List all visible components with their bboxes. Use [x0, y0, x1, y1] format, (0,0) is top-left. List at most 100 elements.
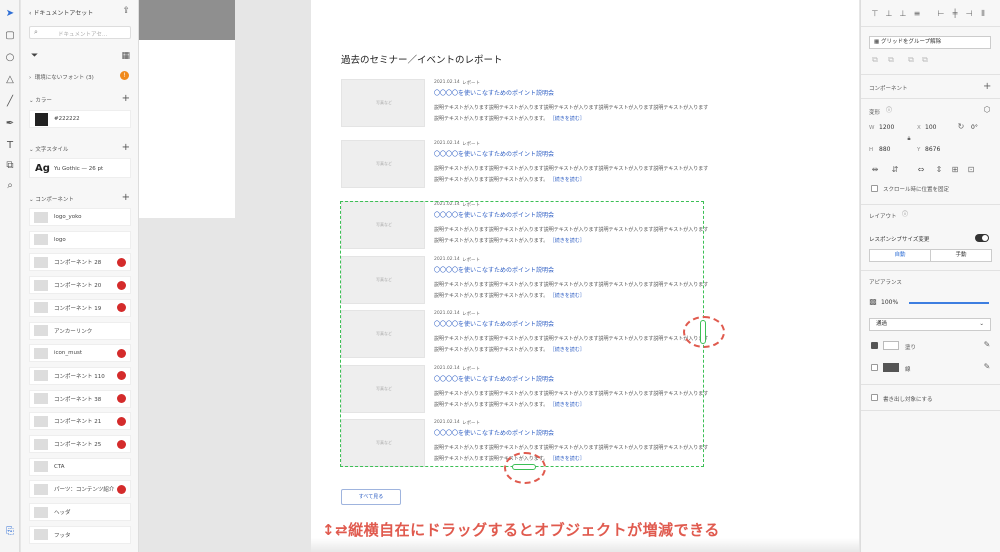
- colors-section-header[interactable]: ⌄ カラー: [29, 96, 52, 104]
- add-text-style-icon[interactable]: +: [122, 143, 130, 153]
- align-bottom-icon[interactable]: ⊥: [899, 10, 907, 18]
- info-icon[interactable]: ⓘ: [885, 107, 893, 115]
- read-more-link[interactable]: ［続きを読む］: [552, 116, 585, 122]
- manual-button[interactable]: 手動: [930, 249, 992, 262]
- align-top-icon[interactable]: ⊤: [871, 10, 879, 18]
- align-left-icon[interactable]: ⊢: [937, 10, 945, 18]
- component-item[interactable]: logo_yoko: [29, 208, 131, 226]
- component-item[interactable]: コンポーネント 28: [29, 253, 131, 272]
- opacity-field[interactable]: 100%: [881, 299, 898, 306]
- read-more-link[interactable]: ［続きを読む］: [552, 177, 585, 183]
- assets-search-field[interactable]: ⌕ ドキュメントアセ…: [29, 26, 131, 39]
- artboard-tool-icon[interactable]: ⧉: [4, 160, 16, 172]
- article-thumbnail: 写真など: [341, 79, 425, 127]
- pin-top-bottom-icon[interactable]: ⇕: [935, 166, 943, 174]
- export-target-checkbox[interactable]: [871, 394, 878, 401]
- repeat-grid-selection[interactable]: [340, 201, 704, 467]
- lock-aspect-icon[interactable]: 🔒︎: [905, 135, 913, 143]
- eyedropper-icon[interactable]: ✎: [983, 363, 991, 371]
- share-icon[interactable]: ⇪: [122, 6, 130, 16]
- edit-main-component-icon[interactable]: [117, 303, 126, 313]
- edit-main-component-icon[interactable]: [117, 348, 126, 358]
- edit-main-component-icon[interactable]: [117, 416, 126, 426]
- article-title[interactable]: 〇〇〇〇を使いこなすためのポイント説明会: [434, 149, 554, 158]
- component-item[interactable]: logo: [29, 230, 131, 249]
- components-section-header[interactable]: ⌄ コンポーネント: [29, 195, 74, 203]
- rectangle-tool-icon[interactable]: ▢: [4, 30, 16, 42]
- component-item[interactable]: コンポーネント 25: [29, 435, 131, 453]
- plugins-icon[interactable]: ⎘: [4, 526, 16, 538]
- missing-fonts-row[interactable]: › 環境にないフォント (3): [29, 73, 94, 81]
- constraint-fixed-icon[interactable]: ⊡: [967, 166, 975, 174]
- blend-mode-select[interactable]: 通過 ⌄: [869, 318, 991, 331]
- edit-main-component-icon[interactable]: [117, 257, 126, 267]
- rotation-field[interactable]: 0°: [971, 124, 978, 131]
- responsive-resize-toggle[interactable]: [975, 234, 989, 242]
- component-item[interactable]: ヘッダ: [29, 503, 131, 522]
- edit-main-component-icon[interactable]: [117, 371, 126, 381]
- border-checkbox[interactable]: [871, 364, 878, 371]
- align-center-icon[interactable]: ╪: [951, 10, 959, 18]
- opacity-slider[interactable]: [909, 302, 989, 304]
- edit-main-component-icon[interactable]: [117, 280, 126, 290]
- line-tool-icon[interactable]: ╱: [4, 96, 16, 108]
- rotate-icon[interactable]: ↻: [957, 123, 965, 131]
- height-field[interactable]: 880: [879, 146, 890, 153]
- artboard-preview[interactable]: [139, 0, 235, 218]
- distribute-vertical-icon[interactable]: ≡: [913, 10, 921, 18]
- polygon-tool-icon[interactable]: △: [4, 74, 16, 86]
- width-field[interactable]: 1200: [879, 124, 894, 131]
- component-item[interactable]: フッタ: [29, 525, 131, 544]
- constraint-icon[interactable]: ⊞: [951, 166, 959, 174]
- view-all-button[interactable]: すべて見る: [341, 489, 401, 505]
- component-item[interactable]: icon_must: [29, 344, 131, 363]
- eyedropper-icon[interactable]: ✎: [983, 341, 991, 349]
- component-item[interactable]: コンポーネント 38: [29, 389, 131, 408]
- select-tool-icon[interactable]: ➤: [4, 8, 16, 20]
- article-card[interactable]: 写真など 2021.02.14 レポート 〇〇〇〇を使いこなすためのポイント説明会 説明…: [341, 140, 709, 190]
- artboard-main[interactable]: 過去のセミナー／イベントのレポート 写真など 2021.02.14 レポート 〇〇〇〇…: [311, 0, 859, 552]
- color-swatch-row[interactable]: #222222: [29, 110, 131, 128]
- fill-checkbox[interactable]: [871, 342, 878, 349]
- text-styles-section-header[interactable]: ⌄ 文字スタイル: [29, 145, 68, 153]
- pen-tool-icon[interactable]: ✒: [4, 118, 16, 130]
- component-item[interactable]: コンポーネント 21: [29, 412, 131, 431]
- article-card[interactable]: 写真など 2021.02.14 レポート 〇〇〇〇を使いこなすためのポイント説明会 説明…: [341, 79, 709, 129]
- component-item[interactable]: アンカーリンク: [29, 321, 131, 340]
- component-item[interactable]: コンポーネント 19: [29, 298, 131, 317]
- component-item[interactable]: CTA: [29, 457, 131, 476]
- add-component-icon[interactable]: +: [122, 193, 130, 203]
- 3d-transform-icon[interactable]: ⬡: [983, 106, 991, 114]
- component-thumbnail: [34, 393, 48, 405]
- border-swatch[interactable]: [883, 363, 899, 372]
- component-item[interactable]: コンポーネント 110: [29, 366, 131, 385]
- align-middle-icon[interactable]: ⊥: [885, 10, 893, 18]
- info-icon[interactable]: ⓘ: [901, 211, 909, 219]
- edit-main-component-icon[interactable]: [117, 439, 126, 449]
- text-style-row[interactable]: Ag Yu Gothic — 26 pt: [29, 158, 131, 178]
- flip-vertical-icon[interactable]: ⇵: [891, 166, 899, 174]
- component-item[interactable]: パーツ：コンテンツ紹介: [29, 480, 131, 499]
- x-field[interactable]: 100: [925, 124, 936, 131]
- fill-swatch[interactable]: [883, 341, 899, 350]
- component-item[interactable]: コンポーネント 20: [29, 276, 131, 295]
- article-title[interactable]: 〇〇〇〇を使いこなすためのポイント説明会: [434, 88, 554, 97]
- assets-back-link[interactable]: ‹ ドキュメントアセット: [29, 8, 93, 17]
- ellipse-tool-icon[interactable]: ○: [4, 52, 16, 64]
- fix-on-scroll-checkbox[interactable]: [871, 185, 878, 192]
- edit-main-component-icon[interactable]: [117, 394, 126, 404]
- ungroup-grid-button[interactable]: ▦ グリッドをグループ解除: [869, 36, 991, 49]
- text-tool-icon[interactable]: T: [4, 140, 16, 152]
- grid-view-icon[interactable]: ▦: [121, 51, 130, 61]
- pin-left-right-icon[interactable]: ⇔: [917, 166, 925, 174]
- filter-icon[interactable]: ⏷: [31, 51, 38, 61]
- flip-horizontal-icon[interactable]: ⇹: [871, 166, 879, 174]
- add-color-icon[interactable]: +: [122, 94, 130, 104]
- distribute-horizontal-icon[interactable]: ⦀: [979, 10, 987, 18]
- add-component-icon[interactable]: +: [983, 82, 991, 92]
- y-field[interactable]: 8676: [925, 146, 940, 153]
- align-right-icon[interactable]: ⊣: [965, 10, 973, 18]
- zoom-tool-icon[interactable]: ⌕: [4, 180, 16, 192]
- auto-button[interactable]: 自動: [869, 249, 931, 262]
- edit-main-component-icon[interactable]: [117, 484, 126, 494]
